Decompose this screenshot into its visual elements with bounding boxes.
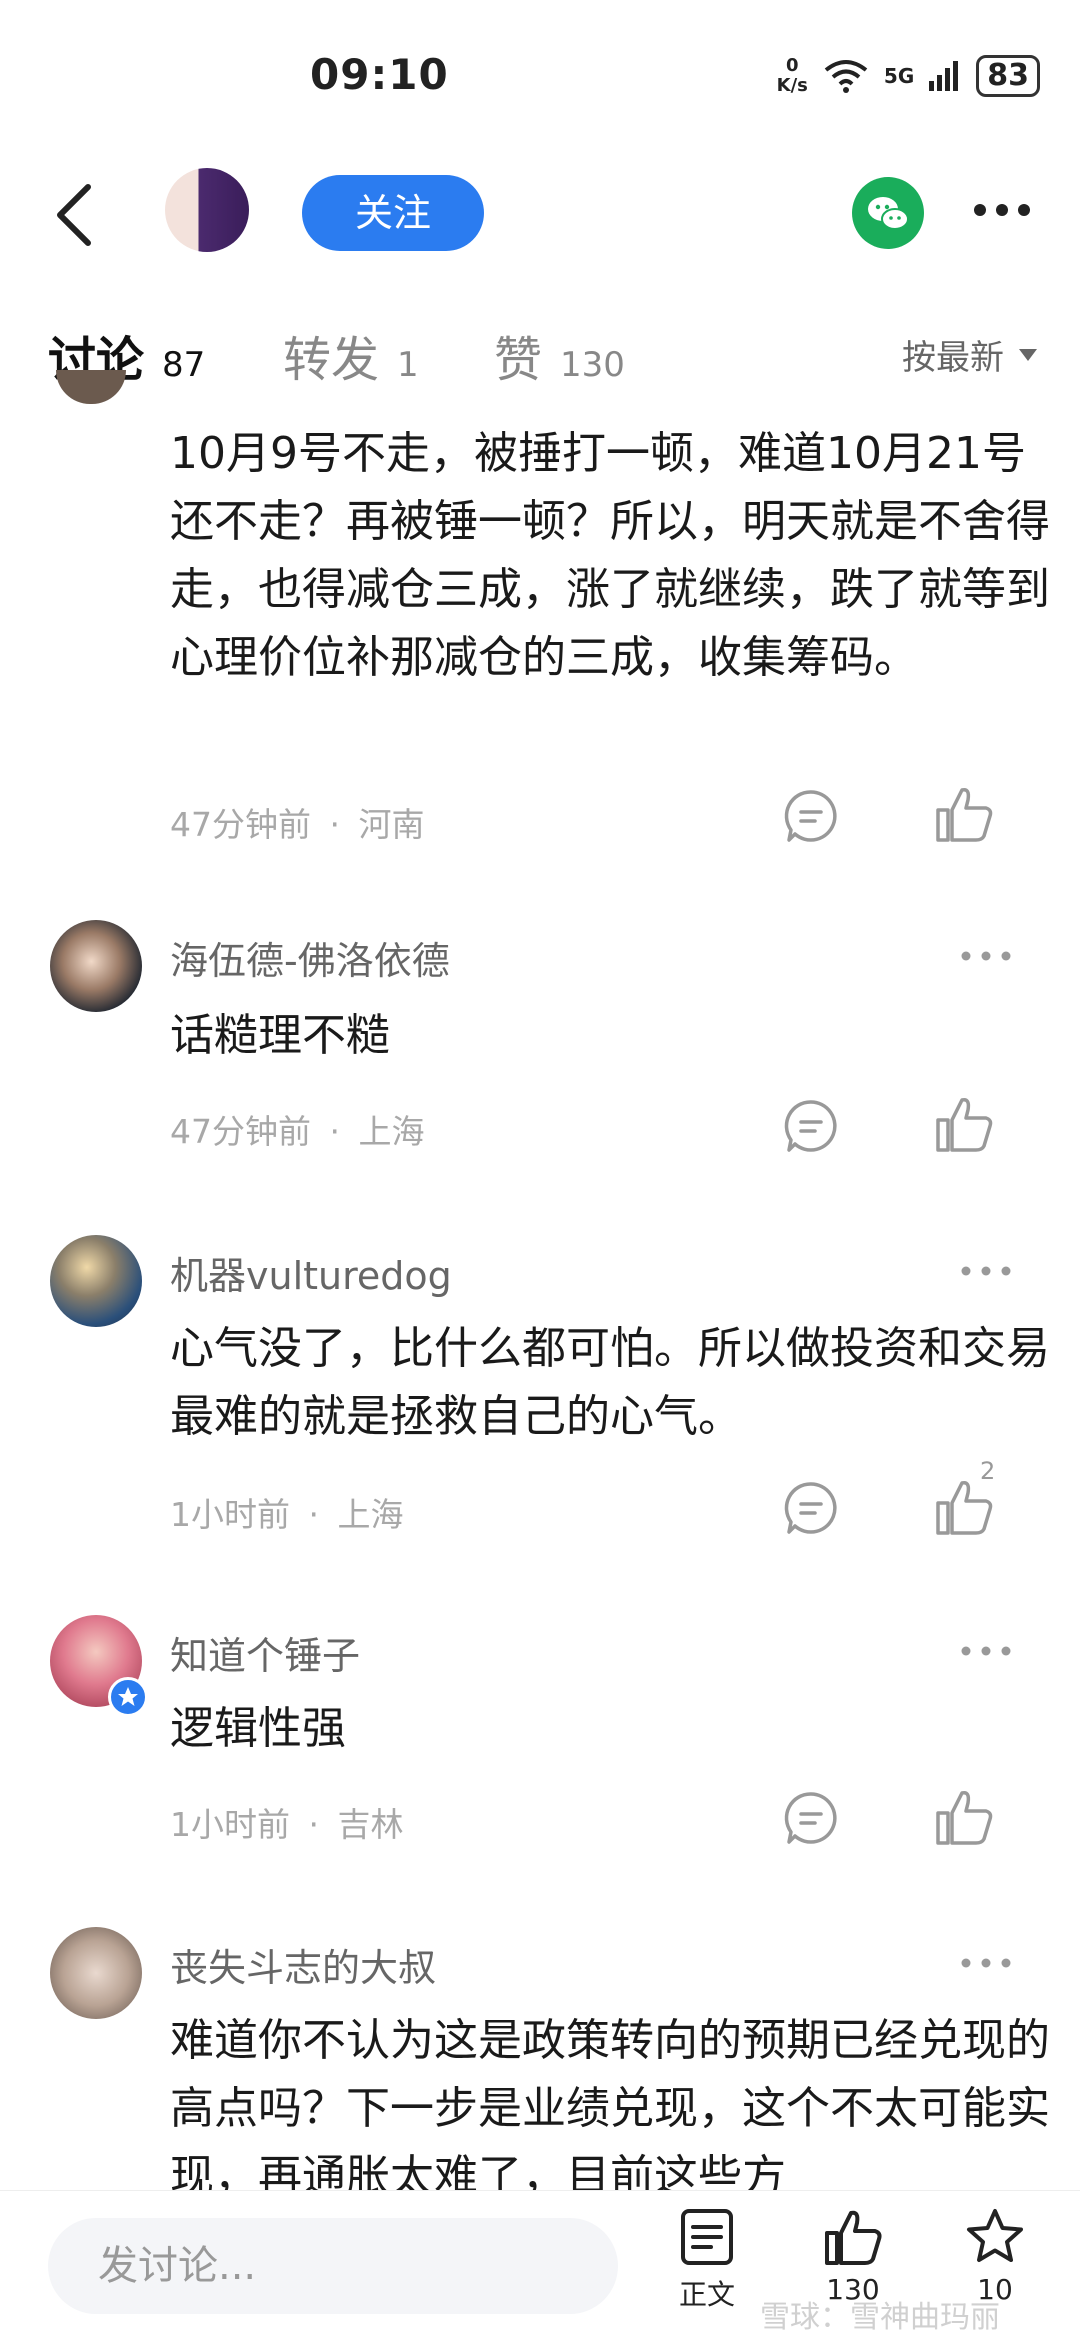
like-icon[interactable]: [932, 1092, 996, 1156]
wechat-share-button[interactable]: [852, 177, 924, 249]
back-arrow-icon[interactable]: [46, 175, 106, 255]
status-icons: 0 K/s 5G 83: [777, 55, 1040, 97]
commenter-avatar[interactable]: [50, 920, 142, 1012]
comment-item: 10月9号不走，被捶打一顿，难道10月21号还不走？再被锤一顿？所以，明天就是不…: [0, 370, 1080, 844]
battery-indicator: 83: [976, 55, 1040, 97]
comment-meta: 1小时前 · 上海: [170, 1488, 404, 1536]
comment-avatar[interactable]: [56, 370, 126, 404]
verified-badge-icon: [108, 1677, 148, 1717]
reply-icon[interactable]: [783, 788, 839, 844]
meta-separator: ·: [329, 805, 341, 844]
comment-item: 机器vulturedog 心气没了，比什么都可怕。所以做投资和交易最难的就是拯救…: [0, 1235, 1080, 1565]
comment-time: 1小时前: [170, 1805, 290, 1844]
status-time: 09:10: [310, 50, 449, 99]
comment-body: 逻辑性强: [170, 1703, 346, 1754]
comment-more-icon[interactable]: [960, 950, 1012, 962]
sort-dropdown[interactable]: 按最新: [902, 330, 1038, 379]
comment-meta: 47分钟前 · 上海: [170, 1105, 425, 1153]
net-speed: 0 K/s: [777, 56, 808, 96]
caret-down-icon: [1019, 348, 1037, 361]
watermark: 雪球：雪神曲玛丽: [760, 2300, 1000, 2335]
comment-meta: 47分钟前 · 河南: [170, 798, 425, 846]
reply-icon[interactable]: [783, 1480, 839, 1536]
comment-item: 丧失斗志的大叔 难道你不认为这是政策转向的预期已经兑现的高点吗？下一步是业绩兑现…: [0, 1927, 1080, 2190]
like-icon[interactable]: [932, 1785, 996, 1849]
thumbs-up-icon: [825, 2210, 882, 2265]
comment-body: 心气没了，比什么都可怕。所以做投资和交易最难的就是拯救自己的心气。: [170, 1323, 1050, 1442]
comment-item: 知道个锤子 逻辑性强 1小时前 · 吉林: [0, 1615, 1080, 1875]
comment-meta: 1小时前 · 吉林: [170, 1798, 404, 1846]
comment-more-icon[interactable]: [960, 1265, 1012, 1277]
commenter-avatar[interactable]: [50, 1927, 142, 2019]
sort-label: 按最新: [902, 338, 1004, 378]
commenter-avatar[interactable]: [50, 1235, 142, 1327]
comment-location: 上海: [337, 1495, 404, 1534]
commenter-name[interactable]: 机器vulturedog: [170, 1245, 452, 1300]
comment-more-icon[interactable]: [960, 1645, 1012, 1657]
tab-count: 1: [397, 345, 419, 385]
comment-body: 10月9号不走，被捶打一顿，难道10月21号还不走？再被锤一顿？所以，明天就是不…: [170, 428, 1050, 683]
like-icon[interactable]: [932, 782, 996, 846]
follow-button[interactable]: 关注: [302, 175, 484, 251]
tab-likes[interactable]: 赞 130: [494, 320, 625, 390]
tab-label: 转发: [283, 332, 380, 388]
meta-separator: ·: [308, 1805, 320, 1844]
comment-location: 吉林: [337, 1805, 404, 1844]
commenter-name[interactable]: 丧失斗志的大叔: [170, 1937, 436, 1992]
commenter-name[interactable]: 知道个锤子: [170, 1625, 360, 1680]
comment-item: 海伍德-佛洛依德 话糙理不糙 47分钟前 · 上海: [0, 920, 1080, 1180]
star-icon: [967, 2209, 1023, 2262]
tab-repost[interactable]: 转发 1: [283, 320, 419, 390]
comment-time: 47分钟前: [170, 805, 311, 844]
document-icon: [681, 2209, 733, 2265]
comment-time: 47分钟前: [170, 1112, 311, 1151]
favorite-button[interactable]: 10: [940, 2205, 1050, 2306]
comment-more-icon[interactable]: [960, 1957, 1012, 1969]
comment-body: 难道你不认为这是政策转向的预期已经兑现的高点吗？下一步是业绩兑现，这个不太可能实…: [170, 2015, 1050, 2190]
wifi-icon: [824, 60, 868, 93]
like-post-button[interactable]: 130: [798, 2205, 908, 2306]
like-count: 2: [980, 1457, 996, 1485]
commenter-name[interactable]: 海伍德-佛洛依德: [170, 930, 450, 985]
comment-location: 河南: [358, 805, 425, 844]
article-label: 正文: [678, 2278, 735, 2311]
comment-body: 话糙理不糙: [170, 1010, 390, 1061]
wechat-icon: [868, 197, 909, 230]
meta-separator: ·: [329, 1112, 341, 1151]
tab-count: 87: [162, 345, 206, 385]
comment-time: 1小时前: [170, 1495, 290, 1534]
signal-icon: [929, 61, 959, 91]
comment-input[interactable]: 发讨论...: [48, 2218, 618, 2314]
network-type: 5G: [883, 64, 915, 88]
article-button[interactable]: 正文: [652, 2205, 762, 2313]
comment-location: 上海: [358, 1112, 425, 1151]
reply-icon[interactable]: [783, 1098, 839, 1154]
net-speed-value: 0: [786, 55, 799, 76]
tab-label: 赞: [494, 332, 543, 388]
reply-icon[interactable]: [783, 1790, 839, 1846]
tab-count: 130: [560, 345, 625, 385]
net-speed-unit: K/s: [776, 75, 808, 96]
author-avatar[interactable]: [165, 168, 249, 252]
meta-separator: ·: [308, 1495, 320, 1534]
more-options-icon[interactable]: [972, 195, 1032, 225]
